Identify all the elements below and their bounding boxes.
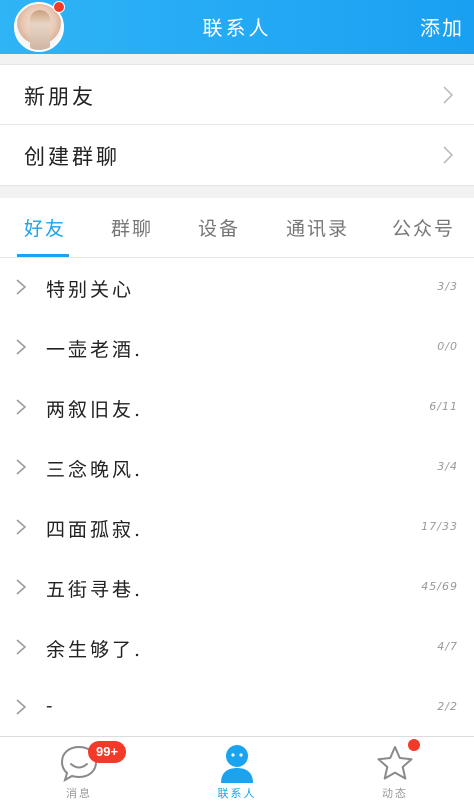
friend-group-item[interactable]: - 2/2 bbox=[0, 678, 474, 736]
group-name: 三念晚风. bbox=[46, 459, 144, 481]
new-friends-item[interactable]: 新朋友 bbox=[0, 65, 474, 125]
tab-groups[interactable]: 群聊 bbox=[111, 214, 153, 241]
active-tab-indicator bbox=[17, 254, 69, 257]
bottom-nav: 99+ 消息 联系人 动态 bbox=[0, 736, 474, 805]
unread-messages-badge: 99+ bbox=[88, 741, 127, 763]
person-icon bbox=[221, 745, 253, 783]
group-name: 两叙旧友. bbox=[46, 399, 144, 421]
page-title: 联系人 bbox=[202, 16, 272, 40]
add-button[interactable]: 添加 bbox=[420, 12, 464, 41]
chevron-right-icon bbox=[16, 459, 27, 475]
tab-friends[interactable]: 好友 bbox=[24, 214, 66, 241]
top-actions-list: 新朋友 创建群聊 bbox=[0, 64, 474, 186]
friend-group-item[interactable]: 五街寻巷. 45/69 bbox=[0, 558, 474, 618]
chevron-right-icon bbox=[443, 146, 454, 164]
group-online-count: 6/11 bbox=[429, 400, 458, 413]
group-online-count: 45/69 bbox=[421, 580, 458, 593]
contact-tabs: 好友 群聊 设备 通讯录 公众号 bbox=[0, 198, 474, 258]
chevron-right-icon bbox=[16, 699, 27, 715]
friend-group-item[interactable]: 四面孤寂. 17/33 bbox=[0, 498, 474, 558]
group-name: 一壶老酒. bbox=[46, 339, 144, 361]
dynamics-unread-dot bbox=[408, 739, 420, 751]
app-header: 联系人 添加 bbox=[0, 0, 474, 54]
chevron-right-icon bbox=[16, 639, 27, 655]
group-name: 余生够了. bbox=[46, 639, 144, 661]
group-online-count: 4/7 bbox=[437, 640, 458, 653]
nav-contacts[interactable]: 联系人 bbox=[158, 737, 316, 805]
tab-address-book[interactable]: 通讯录 bbox=[286, 214, 349, 241]
group-name: 五街寻巷. bbox=[46, 579, 144, 601]
tab-devices[interactable]: 设备 bbox=[198, 214, 240, 241]
group-online-count: 3/4 bbox=[437, 460, 458, 473]
friend-group-item[interactable]: 三念晚风. 3/4 bbox=[0, 438, 474, 498]
chevron-right-icon bbox=[16, 279, 27, 295]
group-online-count: 3/3 bbox=[437, 280, 458, 293]
nav-messages[interactable]: 99+ 消息 bbox=[0, 737, 158, 805]
nav-contacts-label: 联系人 bbox=[217, 787, 257, 800]
group-name: 四面孤寂. bbox=[46, 519, 144, 541]
group-online-count: 2/2 bbox=[437, 700, 458, 713]
nav-dynamics-label: 动态 bbox=[382, 787, 408, 800]
chevron-right-icon bbox=[16, 339, 27, 355]
group-online-count: 17/33 bbox=[421, 520, 458, 533]
friend-group-item[interactable]: 特别关心 3/3 bbox=[0, 258, 474, 318]
chevron-right-icon bbox=[16, 519, 27, 535]
chevron-right-icon bbox=[443, 86, 454, 104]
nav-messages-label: 消息 bbox=[66, 787, 92, 800]
friend-group-item[interactable]: 一壶老酒. 0/0 bbox=[0, 318, 474, 378]
chevron-right-icon bbox=[16, 399, 27, 415]
group-name: 特别关心 bbox=[46, 279, 135, 301]
create-group-item[interactable]: 创建群聊 bbox=[0, 125, 474, 185]
create-group-label: 创建群聊 bbox=[24, 145, 120, 169]
chevron-right-icon bbox=[16, 579, 27, 595]
group-name: - bbox=[46, 695, 56, 717]
nav-dynamics[interactable]: 动态 bbox=[316, 737, 474, 805]
friend-group-item[interactable]: 余生够了. 4/7 bbox=[0, 618, 474, 678]
new-friends-label: 新朋友 bbox=[24, 85, 96, 109]
group-online-count: 0/0 bbox=[437, 340, 458, 353]
tab-official-accounts[interactable]: 公众号 bbox=[392, 214, 455, 241]
friend-group-item[interactable]: 两叙旧友. 6/11 bbox=[0, 378, 474, 438]
friend-groups-list: 特别关心 3/3 一壶老酒. 0/0 两叙旧友. 6/11 三念晚风. 3/4 … bbox=[0, 258, 474, 736]
